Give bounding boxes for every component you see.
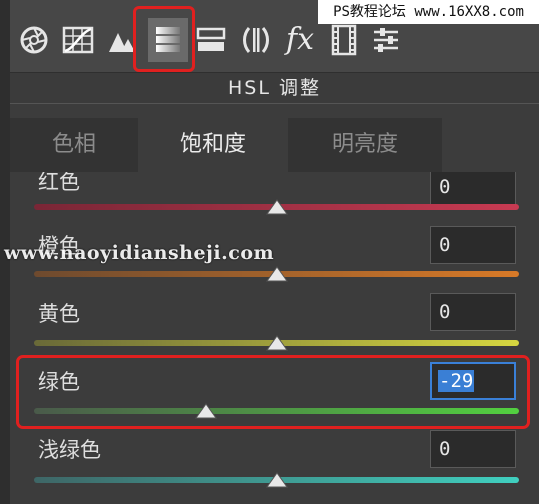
camera-raw-panel: fx PS教程论坛 www.16XX8.com HSL 调整 色相 饱和度 明亮… — [0, 0, 539, 504]
filmstrip-calibration-icon — [331, 24, 357, 56]
green-row-highlight — [16, 355, 530, 429]
value-field-aqua[interactable]: 0 — [430, 430, 516, 468]
tool-basic[interactable] — [14, 18, 54, 62]
value-field-orange[interactable]: 0 — [430, 226, 516, 264]
slider-label-aqua: 浅绿色 — [38, 438, 101, 462]
tool-effects[interactable]: fx — [280, 18, 320, 62]
watermark-top: PS教程论坛 www.16XX8.com — [318, 0, 539, 24]
slider-list: 红色 0 橙色 0 黄色 0 绿色 -29 浅绿色 0 — [0, 172, 539, 504]
split-toning-icon — [196, 27, 226, 51]
tab-saturation[interactable]: 饱和度 — [138, 118, 288, 172]
tool-presets[interactable] — [366, 18, 406, 62]
fx-effects-icon: fx — [285, 22, 315, 57]
tool-camera-calibration[interactable] — [324, 18, 364, 62]
tool-split-toning[interactable] — [191, 18, 231, 62]
panel-title: HSL 调整 — [10, 72, 539, 104]
lens-correction-icon — [243, 27, 269, 53]
slider-label-red: 红色 — [38, 172, 80, 194]
value-field-yellow[interactable]: 0 — [430, 293, 516, 331]
tone-curve-grid-icon — [62, 26, 94, 54]
slider-label-yellow: 黄色 — [38, 302, 80, 326]
active-tool-highlight — [133, 6, 195, 72]
hsl-tabs: 色相 饱和度 明亮度 — [10, 118, 539, 172]
value-field-red[interactable]: 0 — [430, 172, 516, 206]
tab-luminance[interactable]: 明亮度 — [288, 118, 442, 172]
slider-thumb-yellow[interactable] — [265, 335, 288, 351]
presets-sliders-icon — [374, 28, 398, 52]
slider-thumb-aqua[interactable] — [265, 472, 288, 488]
tool-tone-curve[interactable] — [58, 18, 98, 62]
slider-thumb-red[interactable] — [265, 199, 288, 215]
watermark-site: www.naoyidiansheji.com — [4, 242, 275, 264]
slider-thumb-orange[interactable] — [265, 266, 288, 282]
tool-lens-corrections[interactable] — [236, 18, 276, 62]
aperture-icon — [20, 26, 48, 54]
tab-hue[interactable]: 色相 — [10, 118, 138, 172]
